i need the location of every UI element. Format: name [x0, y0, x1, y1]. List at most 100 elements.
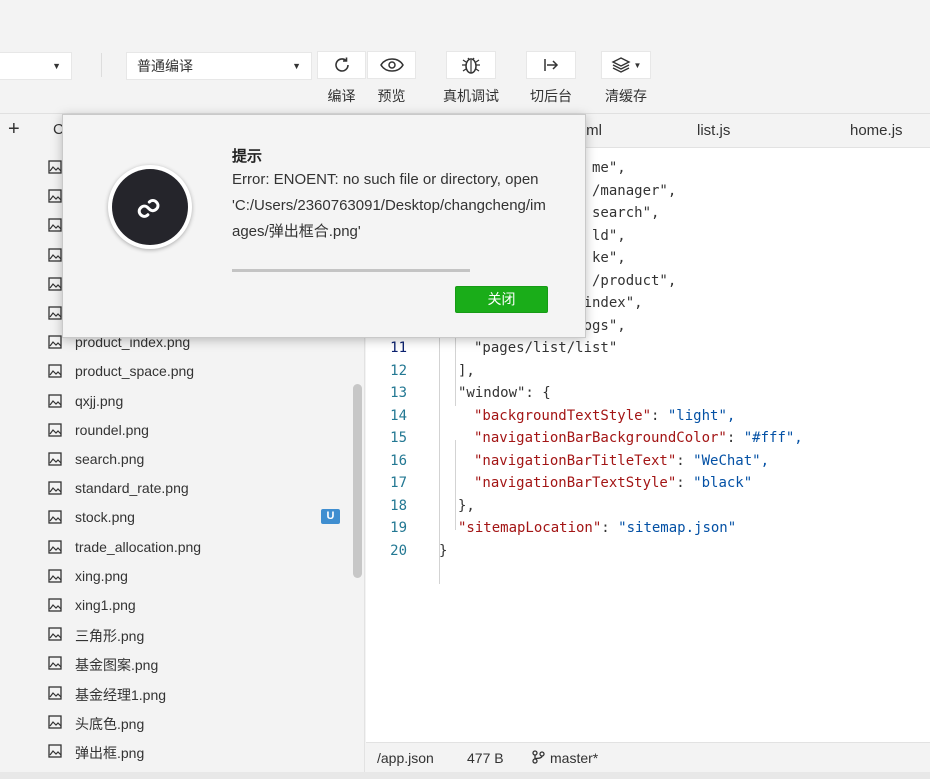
json-key: "navigationBarTextStyle"	[474, 475, 677, 491]
code-text: search",	[592, 205, 660, 221]
miniprogram-link-icon	[137, 198, 160, 218]
file-name: roundel.png	[75, 421, 149, 438]
line-number: 17	[390, 475, 407, 491]
file-tree-item[interactable]: xing1.png	[0, 591, 350, 620]
clear-cache-button[interactable]: ▼	[601, 51, 651, 79]
miniprogram-logo	[108, 165, 192, 249]
file-name: 基金经理1.png	[75, 686, 167, 703]
file-tree-item[interactable]: roundel.png	[0, 416, 350, 445]
file-tree-item[interactable]: xing.png	[0, 562, 350, 591]
image-file-icon	[48, 715, 62, 729]
image-file-icon	[48, 452, 62, 466]
json-key: "navigationBarTitleText"	[474, 452, 677, 469]
sidebar-scrollbar[interactable]	[353, 384, 362, 578]
compile-mode-value: 普通编译	[137, 58, 193, 74]
file-name: xing.png	[75, 567, 128, 584]
file-tree-item[interactable]: 弹出框.png	[0, 737, 350, 766]
file-tree-item[interactable]: 头底色.png	[0, 708, 350, 737]
code-text: },	[458, 497, 475, 514]
code-text: /manager",	[592, 182, 677, 199]
chevron-down-icon: ▼	[52, 61, 61, 71]
json-value: "black"	[693, 475, 753, 491]
json-key: "navigationBarBackgroundColor"	[474, 430, 727, 446]
code-text: }	[439, 542, 448, 559]
image-file-icon	[48, 277, 62, 291]
bug-icon	[462, 57, 480, 74]
code-text: "backgroundTextStyle": "light",	[474, 407, 736, 424]
compile-label: 编译	[327, 88, 356, 104]
code-text: "pages/list/list"	[474, 340, 618, 356]
file-name: product_space.png	[75, 363, 195, 380]
layers-icon	[610, 57, 631, 73]
image-file-icon	[48, 510, 62, 525]
git-branch-icon	[531, 750, 545, 767]
code-line: 18},	[366, 498, 930, 521]
image-file-icon	[48, 364, 62, 379]
status-bar: /app.json 477 B master*	[366, 742, 930, 772]
file-name: 三角形.png	[75, 628, 145, 645]
status-file-path[interactable]: /app.json	[377, 750, 434, 766]
line-number: 15	[390, 430, 407, 446]
file-tree-item[interactable]: search.png	[0, 445, 350, 474]
file-name: stock.png	[75, 509, 135, 526]
toolbar-divider	[101, 53, 102, 77]
file-tree-item[interactable]: trade_allocation.png	[0, 533, 350, 562]
project-select[interactable]: ▼	[0, 52, 72, 80]
line-number: 12	[390, 362, 407, 379]
file-tree-item[interactable]: product_space.png	[0, 357, 350, 386]
code-text: "navigationBarTitleText": "WeChat",	[474, 452, 770, 469]
switch-background-label: 切后台	[530, 88, 572, 104]
chevron-down-icon: ▼	[292, 61, 301, 71]
line-number: 14	[390, 407, 407, 424]
line-number: 18	[390, 497, 407, 514]
file-tree-item[interactable]: 基金经理1.png	[0, 679, 350, 708]
preview-button[interactable]	[367, 51, 416, 79]
code-text: ],	[458, 362, 475, 379]
json-key: "sitemapLocation"	[458, 520, 602, 536]
code-line: 15 "navigationBarBackgroundColor": "#fff"…	[366, 430, 930, 453]
refresh-icon	[334, 57, 349, 72]
dialog-message-scrollbar[interactable]	[232, 269, 470, 272]
code-line: 12],	[366, 363, 930, 386]
code-line: 16 "navigationBarTitleText": "WeChat",	[366, 453, 930, 476]
code-text: "navigationBarBackgroundColor": "#fff",	[474, 430, 803, 446]
code-line: 14 "backgroundTextStyle": "light",	[366, 408, 930, 431]
code-text: "window": {	[458, 385, 551, 401]
compile-mode-select[interactable]: 普通编译 ▼	[126, 52, 312, 80]
json-value: "light",	[667, 407, 736, 424]
switch-background-icon	[544, 59, 559, 71]
close-button[interactable]: 关闭	[455, 286, 548, 313]
add-file-icon[interactable]: +	[8, 118, 20, 141]
code-line: 20}	[366, 543, 930, 566]
line-number: 13	[390, 385, 407, 401]
file-tree-item[interactable]: 三角形.png	[0, 620, 350, 649]
image-file-icon	[48, 247, 62, 262]
image-file-icon	[48, 627, 62, 641]
dialog-message: Error: ENOENT: no such file or directory…	[232, 171, 546, 240]
remote-debug-button[interactable]	[446, 51, 496, 79]
file-tree-item[interactable]: 基金图案.png	[0, 649, 350, 678]
image-file-icon	[48, 218, 62, 233]
image-file-icon	[48, 393, 62, 408]
status-git-branch[interactable]: master*	[550, 750, 598, 766]
remote-debug-label: 真机调试	[443, 88, 499, 104]
image-file-icon	[48, 306, 62, 320]
line-number: 19	[390, 520, 407, 536]
compile-button[interactable]	[317, 51, 366, 79]
file-name: 头底色.png	[75, 715, 145, 732]
clear-cache-label: 清缓存	[605, 88, 647, 104]
switch-background-button[interactable]	[526, 51, 576, 79]
file-name: search.png	[75, 451, 145, 467]
code-line: 17 "navigationBarTextStyle": "black"	[366, 475, 930, 498]
dialog-title: 提示	[232, 148, 263, 165]
error-dialog: 提示 Error: ENOENT: no such file or direct…	[62, 114, 586, 338]
image-file-icon	[48, 160, 62, 174]
file-tree-item[interactable]: qxjj.png	[0, 387, 350, 416]
file-tree-item[interactable]: stock.png U	[0, 503, 350, 532]
json-value: "sitemap.json"	[618, 520, 737, 536]
code-text: "sitemapLocation": "sitemap.json"	[458, 520, 737, 536]
file-name: standard_rate.png	[75, 480, 189, 497]
file-tree-item[interactable]: standard_rate.png	[0, 474, 350, 503]
bottom-strip	[0, 772, 930, 779]
code-line: 19 "sitemapLocation": "sitemap.json"	[366, 520, 930, 543]
